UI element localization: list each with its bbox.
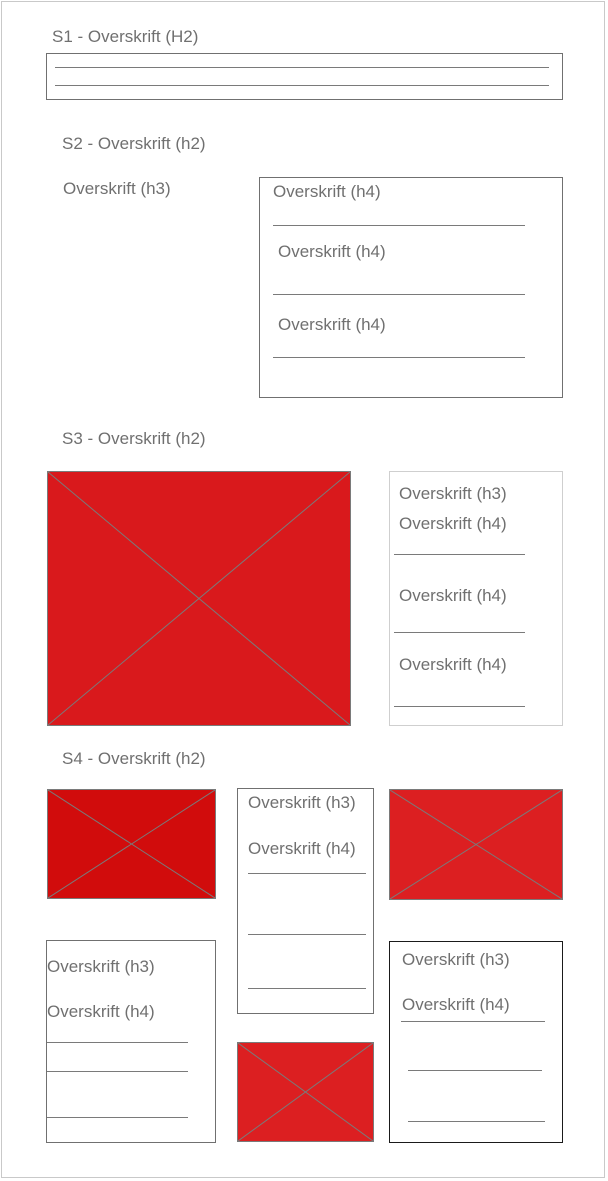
s4-center-h4: Overskrift (h4) [248,839,356,858]
placeholder-cross-icon [238,1043,373,1141]
s4-text-line [47,1071,188,1072]
s4-center-card: Overskrift (h3) Overskrift (h4) [237,788,374,1014]
s2-text-line [273,357,525,358]
s4-center-h3: Overskrift (h3) [248,793,356,812]
s2-h4-list-box: Overskrift (h4) Overskrift (h4) Overskri… [259,177,563,398]
s4-text-line [47,1042,188,1043]
s2-text-line [273,225,525,226]
s3-card-h4: Overskrift (h4) [399,655,507,674]
placeholder-cross-icon [48,472,350,725]
placeholder-cross-icon [390,790,562,899]
s4-text-line [408,1121,545,1122]
s4-right-h4: Overskrift (h4) [402,995,510,1014]
s3-image-placeholder [47,471,351,726]
s4-left-card: Overskrift (h3) Overskrift (h4) [46,940,216,1143]
s2-subheading-h3: Overskrift (h3) [63,179,171,198]
s2-heading: S2 - Overskrift (h2) [62,134,206,153]
s4-text-line [401,1021,545,1022]
s4-text-line [408,1070,542,1071]
s1-text-line [55,67,549,68]
s4-right-h3: Overskrift (h3) [402,950,510,969]
s4-text-line [248,934,366,935]
s1-text-line [55,85,549,86]
s4-image-placeholder [237,1042,374,1142]
s4-text-line [248,873,366,874]
s2-text-line [273,294,525,295]
s1-heading: S1 - Overskrift (H2) [52,27,199,46]
s3-text-line [394,706,525,707]
s3-card-h4: Overskrift (h4) [399,514,507,533]
s2-h4-heading: Overskrift (h4) [278,315,386,334]
s4-left-h3: Overskrift (h3) [47,957,155,976]
s2-h4-heading: Overskrift (h4) [278,242,386,261]
s3-card-h3: Overskrift (h3) [399,484,507,503]
s4-image-placeholder [389,789,563,900]
s4-right-card: Overskrift (h3) Overskrift (h4) [389,941,563,1143]
s3-heading: S3 - Overskrift (h2) [62,429,206,448]
s4-image-placeholder [47,789,216,899]
s3-text-line [394,632,525,633]
s1-text-block [46,53,563,100]
s2-h4-heading: Overskrift (h4) [273,182,381,201]
s3-card-h4: Overskrift (h4) [399,586,507,605]
s3-text-line [394,554,525,555]
s3-text-card: Overskrift (h3) Overskrift (h4) Overskri… [389,471,563,726]
s4-left-h4: Overskrift (h4) [47,1002,155,1021]
s4-heading: S4 - Overskrift (h2) [62,749,206,768]
s4-text-line [248,988,366,989]
placeholder-cross-icon [48,790,215,898]
s4-text-line [47,1117,188,1118]
